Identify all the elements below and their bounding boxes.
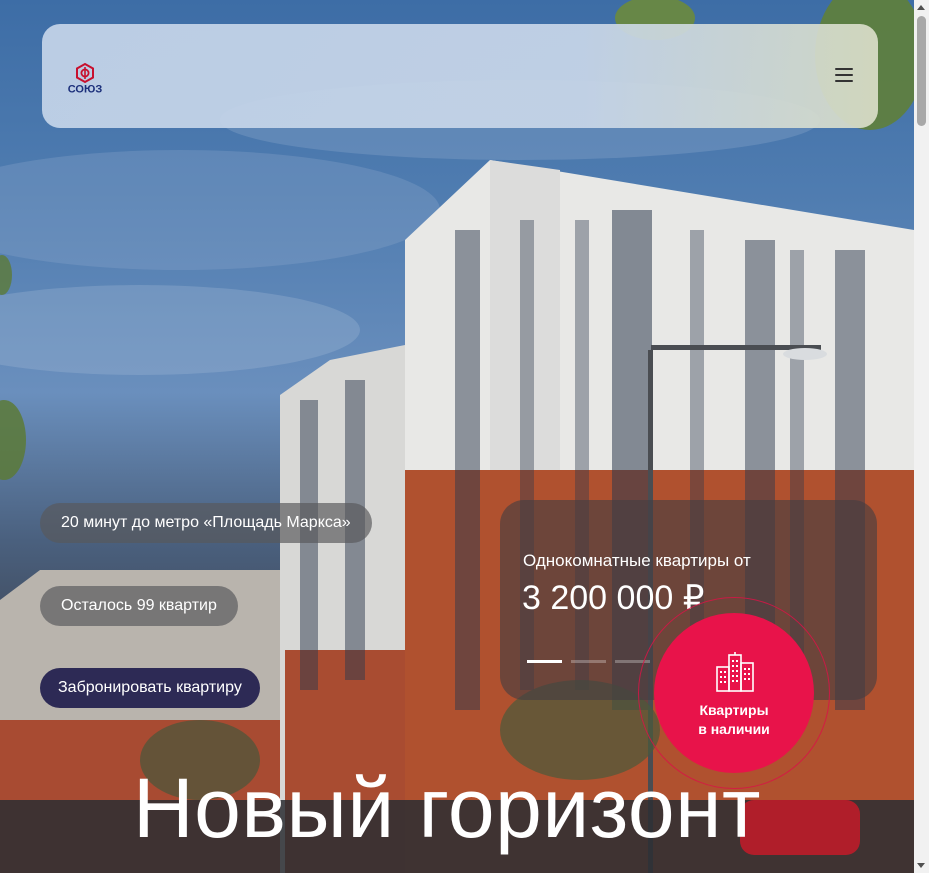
slider-dot-2[interactable] bbox=[571, 660, 606, 663]
logo-emblem-icon: СОЮЗ bbox=[68, 62, 103, 96]
page-title: Новый горизонт bbox=[133, 761, 761, 855]
scroll-up-arrow-icon[interactable] bbox=[917, 5, 925, 10]
apartments-left-badge: Осталось 99 квартир bbox=[40, 586, 238, 626]
slider-dot-1[interactable] bbox=[527, 660, 562, 663]
soyuz-logo[interactable]: СОЮЗ bbox=[62, 62, 108, 96]
hamburger-menu-icon[interactable] bbox=[835, 67, 853, 83]
menu-line bbox=[835, 68, 853, 70]
menu-line bbox=[835, 74, 853, 76]
cta-label-line2: в наличии bbox=[698, 721, 770, 737]
page-scrollbar[interactable] bbox=[914, 0, 929, 873]
cta-label: Квартиры в наличии bbox=[654, 701, 814, 739]
scrollbar-thumb[interactable] bbox=[917, 16, 926, 126]
apartments-available-button[interactable]: Квартиры в наличии bbox=[654, 613, 814, 773]
offer-price: 3 200 000 ₽ bbox=[522, 579, 705, 617]
book-apartment-button[interactable]: Забронировать квартиру bbox=[40, 668, 260, 708]
metro-distance-badge: 20 минут до метро «Площадь Маркса» bbox=[40, 503, 372, 543]
offer-label: Однокомнатные квартиры от bbox=[523, 551, 751, 570]
menu-line bbox=[835, 80, 853, 82]
site-header: СОЮЗ bbox=[42, 24, 878, 128]
cta-label-line1: Квартиры bbox=[699, 702, 769, 718]
scroll-down-arrow-icon[interactable] bbox=[917, 863, 925, 868]
buildings-icon bbox=[716, 652, 754, 692]
svg-text:СОЮЗ: СОЮЗ bbox=[68, 84, 103, 95]
